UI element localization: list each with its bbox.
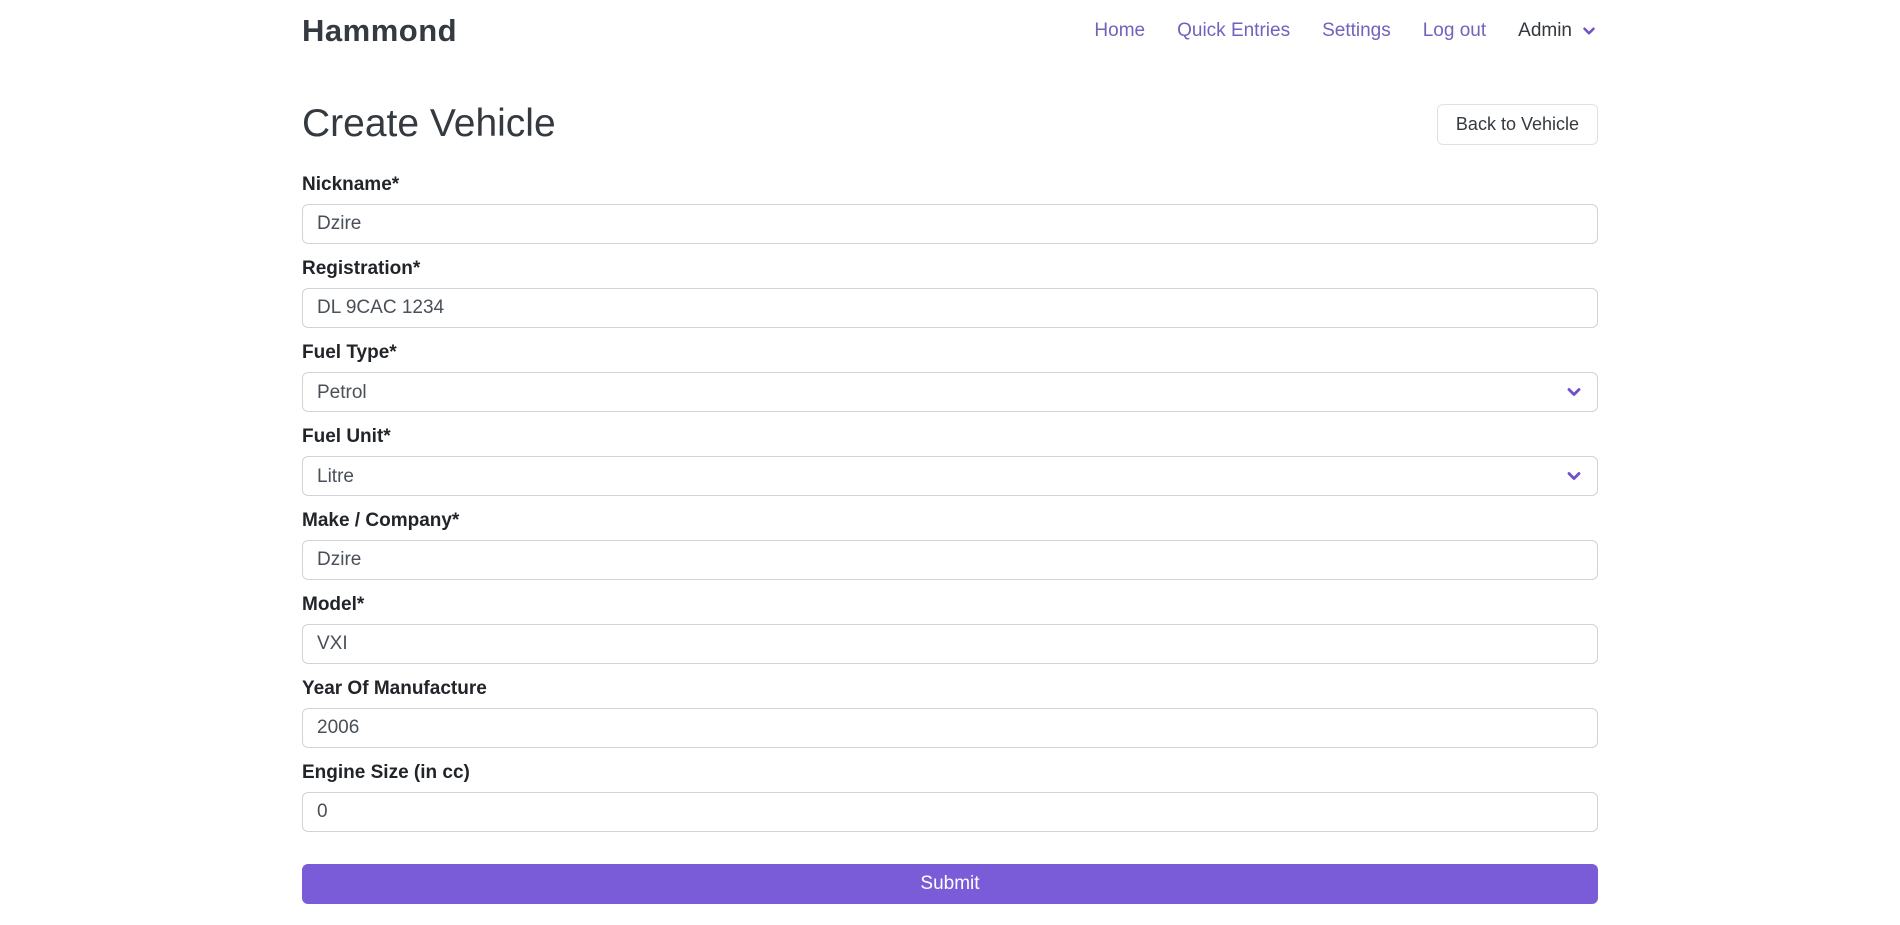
fuel-type-select[interactable]: Petrol bbox=[302, 372, 1598, 412]
nav-item-settings[interactable]: Settings bbox=[1322, 20, 1391, 42]
field-label: Fuel Unit* bbox=[302, 426, 1598, 448]
engine-size-input[interactable] bbox=[302, 792, 1598, 832]
nav-item-home[interactable]: Home bbox=[1094, 20, 1145, 42]
make-company-input[interactable] bbox=[302, 540, 1598, 580]
form-field-fuel-unit: Fuel Unit* Litre bbox=[302, 426, 1598, 496]
page-header: Create Vehicle Back to Vehicle bbox=[302, 102, 1598, 146]
year-of-manufacture-input[interactable] bbox=[302, 708, 1598, 748]
registration-input[interactable] bbox=[302, 288, 1598, 328]
field-label: Fuel Type* bbox=[302, 342, 1598, 364]
nav-item-quick-entries[interactable]: Quick Entries bbox=[1177, 20, 1290, 42]
field-label: Engine Size (in cc) bbox=[302, 762, 1598, 784]
form-fields: Nickname* Registration* Fuel Type* Petro… bbox=[302, 174, 1598, 832]
form-field-engine-size: Engine Size (in cc) bbox=[302, 762, 1598, 832]
form-field-model: Model* bbox=[302, 594, 1598, 664]
page-title: Create Vehicle bbox=[302, 102, 556, 146]
field-label: Model* bbox=[302, 594, 1598, 616]
field-label: Make / Company* bbox=[302, 510, 1598, 532]
navbar: Hammond Home Quick Entries Settings Log out… bbox=[0, 0, 1900, 62]
form-field-registration: Registration* bbox=[302, 258, 1598, 328]
model-input[interactable] bbox=[302, 624, 1598, 664]
nav-links: Home Quick Entries Settings Log out Admin bbox=[1094, 20, 1598, 42]
back-to-vehicle-button[interactable]: Back to Vehicle bbox=[1437, 104, 1598, 145]
nav-item-log-out[interactable]: Log out bbox=[1423, 20, 1486, 42]
brand-logo[interactable]: Hammond bbox=[302, 13, 457, 49]
form-field-make-company: Make / Company* bbox=[302, 510, 1598, 580]
fuel-unit-select[interactable]: Litre bbox=[302, 456, 1598, 496]
nav-dropdown-admin[interactable]: Admin bbox=[1518, 20, 1598, 42]
field-label: Registration* bbox=[302, 258, 1598, 280]
form-field-nickname: Nickname* bbox=[302, 174, 1598, 244]
nav-dropdown-label: Admin bbox=[1518, 20, 1572, 42]
main-content: Create Vehicle Back to Vehicle Nickname*… bbox=[302, 102, 1598, 904]
nickname-input[interactable] bbox=[302, 204, 1598, 244]
form-field-year-of-manufacture: Year Of Manufacture bbox=[302, 678, 1598, 748]
chevron-down-icon bbox=[1580, 22, 1598, 40]
submit-button[interactable]: Submit bbox=[302, 864, 1598, 904]
create-vehicle-form: Nickname* Registration* Fuel Type* Petro… bbox=[302, 174, 1598, 904]
field-label: Year Of Manufacture bbox=[302, 678, 1598, 700]
form-field-fuel-type: Fuel Type* Petrol bbox=[302, 342, 1598, 412]
field-label: Nickname* bbox=[302, 174, 1598, 196]
